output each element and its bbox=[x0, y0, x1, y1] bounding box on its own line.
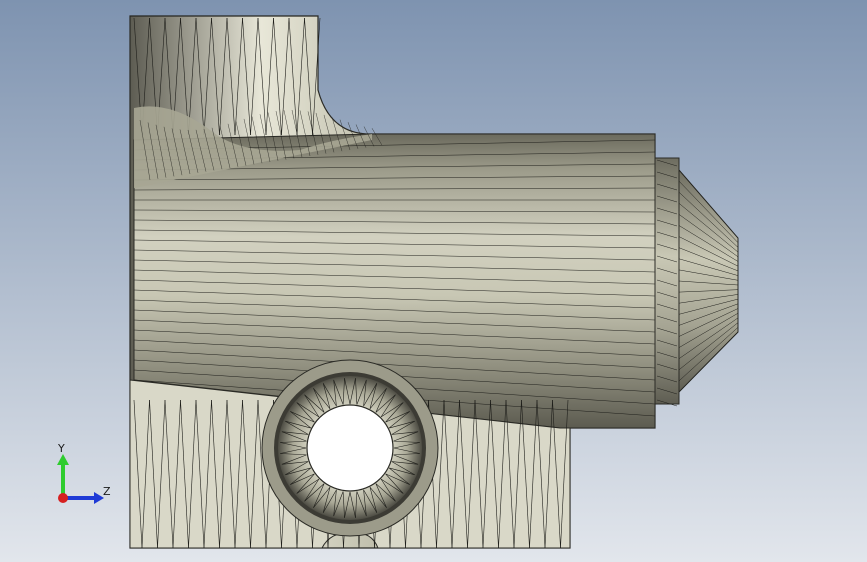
y-axis-arrowhead bbox=[57, 454, 69, 465]
model-view[interactable] bbox=[0, 0, 867, 562]
cad-graphics-viewport[interactable]: Y Z bbox=[0, 0, 867, 562]
triad-y-label: Y bbox=[58, 442, 65, 455]
triad-z-label: Z bbox=[103, 485, 111, 498]
x-axis-dot bbox=[58, 493, 68, 503]
port-through-hole bbox=[306, 404, 394, 492]
